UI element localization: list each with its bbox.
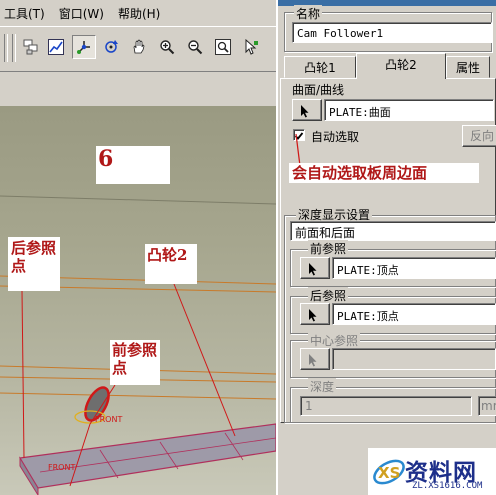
center-ref-label: 中心参照 <box>308 332 361 349</box>
step-number: 6 <box>96 146 170 184</box>
center-ref-field[interactable] <box>332 348 496 370</box>
xs-logo-icon: XS <box>373 459 405 485</box>
rear-reference-annotation: 后参照点 <box>8 237 60 291</box>
cursor-arrow-icon <box>309 263 317 276</box>
node-connect-icon[interactable] <box>72 35 96 59</box>
toolbar-separator <box>12 34 16 62</box>
name-field[interactable]: Cam Follower1 <box>292 22 492 43</box>
toolbar <box>0 27 276 72</box>
menu-window[interactable]: 窗口(W) <box>59 5 104 22</box>
toolbar-separator <box>4 34 8 62</box>
cursor-arrow-icon <box>309 354 317 367</box>
auto-select-checkbox[interactable] <box>293 129 305 141</box>
watermark-logo: XS 资料网 ZL.XS1616.COM <box>368 448 496 495</box>
reverse-button[interactable]: 反向 <box>462 125 496 147</box>
cam-follower-dialog: 名称 Cam Follower1 凸轮1 凸轮2 属性 曲面/曲线 PLATE:… <box>276 0 496 495</box>
front-ref-label: 前参照 <box>308 240 349 257</box>
tab-cam1[interactable]: 凸轮1 <box>284 56 356 78</box>
rotate-icon[interactable] <box>100 36 122 58</box>
auto-select-label: 自动选取 <box>309 128 362 145</box>
tab-cam2[interactable]: 凸轮2 <box>356 53 446 79</box>
surface-group-label: 曲面/曲线 <box>290 81 347 98</box>
graph-icon[interactable] <box>45 36 67 58</box>
front-reference-annotation: 前参照点 <box>110 340 160 385</box>
checkmark-icon <box>294 132 304 140</box>
cursor-select-icon[interactable] <box>240 36 262 58</box>
surface-field[interactable]: PLATE:曲面 <box>324 99 494 121</box>
center-ref-select-button[interactable] <box>300 348 330 370</box>
name-label: 名称 <box>294 5 323 22</box>
rear-ref-label: 后参照 <box>308 287 349 304</box>
menu-help[interactable]: 帮助(H) <box>118 5 160 22</box>
watermark-url: ZL.XS1616.COM <box>412 481 483 491</box>
zoom-fit-icon[interactable] <box>212 36 234 58</box>
cursor-arrow-icon <box>301 105 309 118</box>
depth-unit[interactable]: mm <box>478 396 496 416</box>
rear-ref-select-button[interactable] <box>300 303 330 325</box>
rear-ref-field[interactable]: PLATE:顶点 <box>332 303 496 325</box>
cad-window: 工具(T) 窗口(W) 帮助(H) FRONT FRONT 6 后参照点 凸轮2… <box>0 0 276 495</box>
tab-properties[interactable]: 属性 <box>446 56 490 78</box>
svg-text:XS: XS <box>378 464 400 482</box>
depth-display-select[interactable]: 前面和后面 <box>290 221 496 241</box>
cursor-arrow-icon <box>309 309 317 322</box>
model-tag-bottom: FRONT <box>48 463 75 472</box>
surface-select-button[interactable] <box>292 99 322 121</box>
zoom-out-icon[interactable] <box>184 36 206 58</box>
front-ref-field[interactable]: PLATE:顶点 <box>332 257 496 279</box>
cam2-annotation: 凸轮2 <box>145 244 197 284</box>
zoom-in-icon[interactable] <box>156 36 178 58</box>
pan-hand-icon[interactable] <box>128 36 150 58</box>
model-tag-top: FRONT <box>95 415 122 424</box>
toolbar-strip <box>0 72 276 106</box>
menu-bar: 工具(T) 窗口(W) 帮助(H) <box>0 0 276 27</box>
depth-input[interactable]: 1 <box>300 396 472 416</box>
layer-icon[interactable] <box>20 36 42 58</box>
depth-label: 深度 <box>308 378 337 395</box>
auto-select-annotation: 会自动选取板周边面 <box>289 163 479 183</box>
menu-tools[interactable]: 工具(T) <box>4 5 45 22</box>
front-ref-select-button[interactable] <box>300 257 330 279</box>
